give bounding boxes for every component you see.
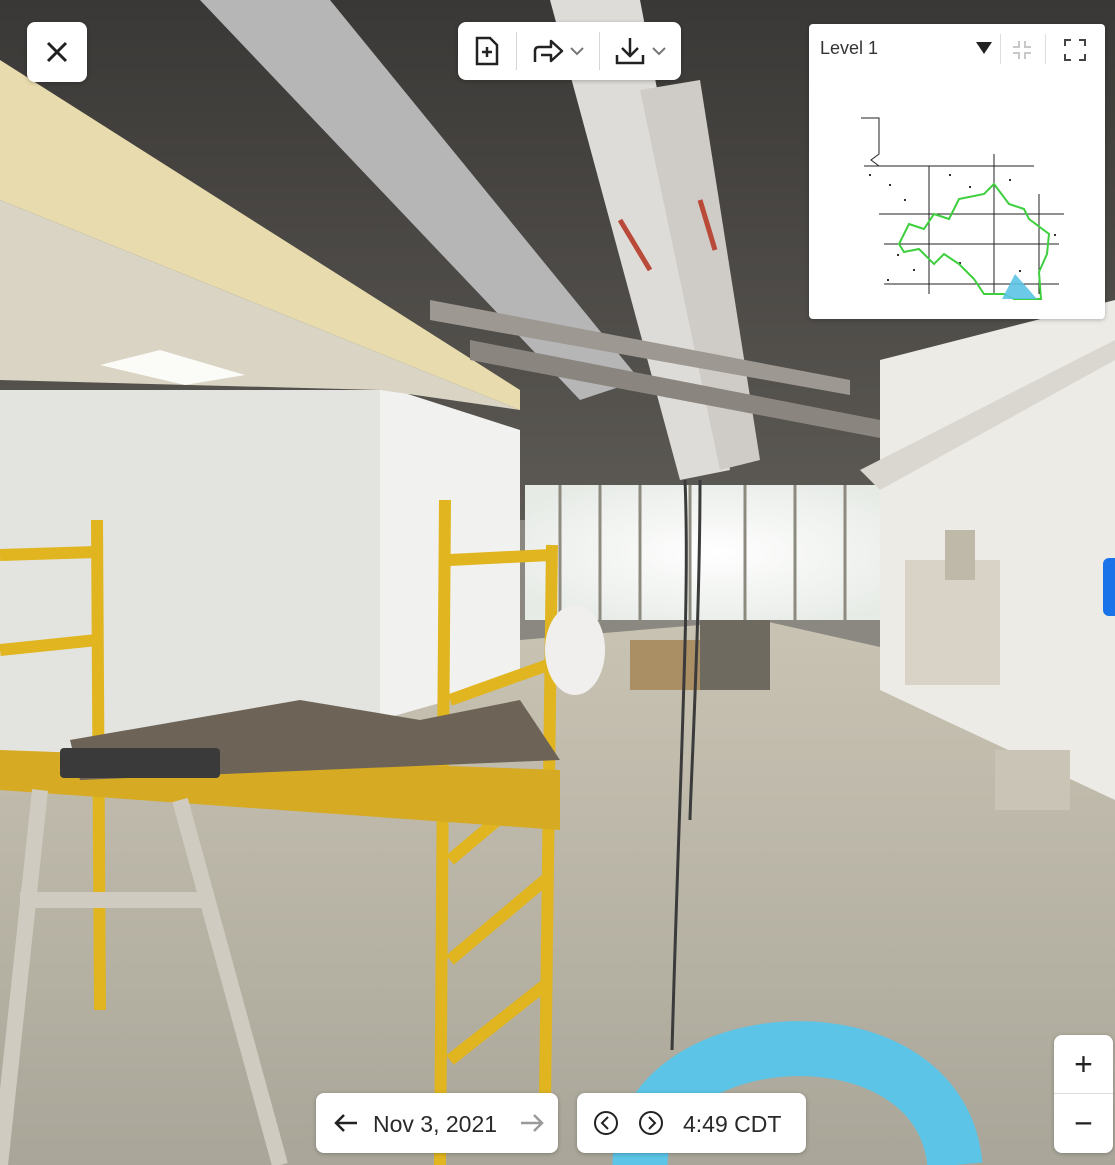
previous-capture-button[interactable] [593, 1110, 619, 1141]
add-note-icon [475, 36, 499, 66]
side-panel-tab[interactable] [1103, 558, 1115, 616]
share-button[interactable] [517, 22, 599, 80]
capture-time[interactable]: 4:49 CDT [683, 1111, 781, 1138]
zoom-in-button[interactable]: + [1054, 1035, 1113, 1093]
minimap-panel: Level 1 [809, 24, 1105, 319]
caret-down-icon[interactable] [975, 41, 993, 55]
date-navigator: Nov 3, 2021 [316, 1093, 558, 1153]
fullscreen-icon[interactable] [1064, 39, 1086, 61]
time-navigator: 4:49 CDT [577, 1093, 806, 1153]
next-capture-button[interactable] [638, 1110, 664, 1141]
minimap-header: Level 1 [809, 24, 1105, 74]
zoom-controls: + − [1054, 1035, 1113, 1153]
circle-chevron-right-icon [639, 1111, 663, 1135]
circle-chevron-left-icon [594, 1111, 618, 1135]
next-date-button[interactable] [519, 1112, 545, 1139]
chevron-down-icon [570, 47, 584, 56]
share-arrow-icon [533, 39, 564, 63]
previous-date-button[interactable] [333, 1112, 359, 1139]
close-icon [46, 41, 68, 63]
download-button[interactable] [600, 22, 680, 80]
level-selector-label[interactable]: Level 1 [820, 38, 878, 59]
close-button[interactable] [27, 22, 87, 82]
zoom-out-label: − [1074, 1105, 1093, 1141]
view-cone [1002, 274, 1037, 299]
walk-path [897, 182, 1051, 300]
arrow-left-icon [334, 1114, 357, 1132]
collapse-icon[interactable] [1012, 40, 1032, 60]
chevron-down-icon [652, 47, 666, 56]
arrow-right-icon [521, 1114, 544, 1132]
capture-date[interactable]: Nov 3, 2021 [373, 1111, 497, 1138]
viewer-toolbar [458, 22, 681, 80]
header-divider [1000, 34, 1001, 64]
add-note-button[interactable] [458, 22, 516, 80]
floor-plan-map[interactable] [809, 74, 1105, 319]
zoom-in-label: + [1074, 1046, 1093, 1082]
download-icon [615, 38, 645, 65]
header-divider [1045, 34, 1046, 64]
zoom-out-button[interactable]: − [1054, 1094, 1113, 1152]
panorama-viewer[interactable]: Level 1 + − Nov 3, 2021 4:49 CDT [0, 0, 1115, 1165]
